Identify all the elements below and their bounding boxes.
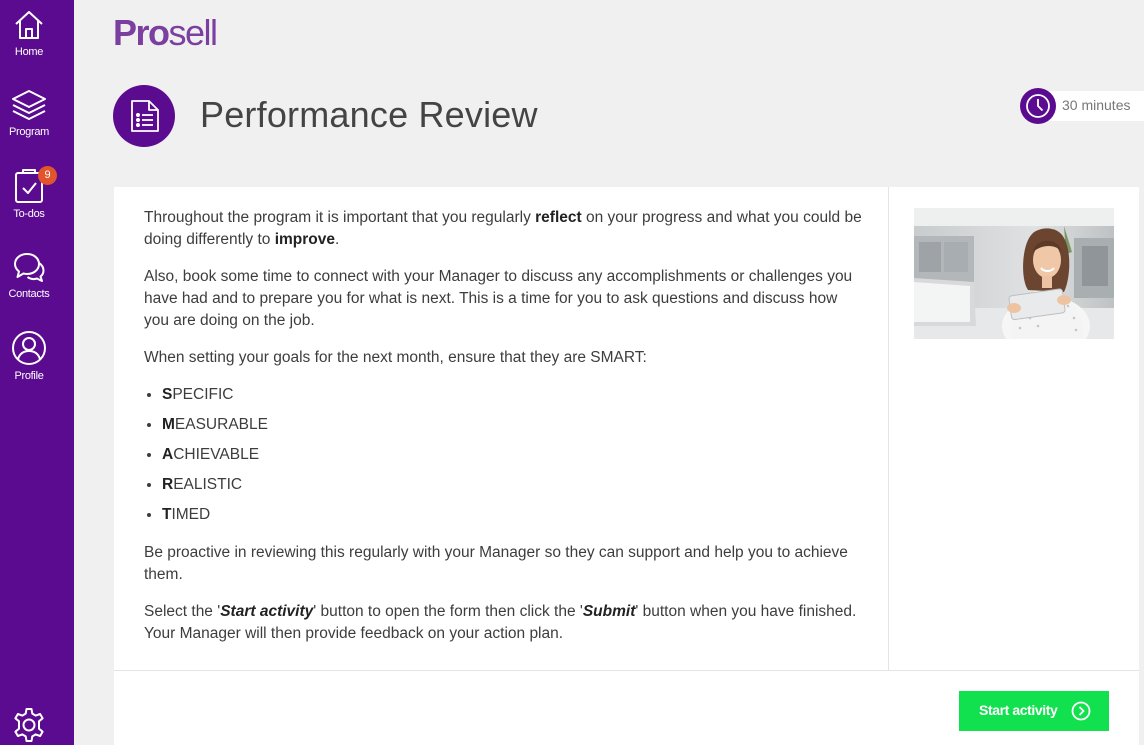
list-item: TIMED: [162, 500, 862, 530]
paragraph-proactive: Be proactive in reviewing this regularly…: [144, 544, 848, 583]
settings-button[interactable]: [10, 706, 48, 744]
horizontal-divider: [114, 670, 1139, 671]
woman-with-tablet-photo: [914, 208, 1114, 339]
sidebar: Home Program 9 To-dos Contacts Profile: [0, 0, 74, 745]
chat-bubbles-icon: [14, 253, 45, 282]
start-activity-button[interactable]: Start activity: [959, 691, 1109, 731]
list-item: MEASURABLE: [162, 410, 862, 440]
list-item: REALISTIC: [162, 470, 862, 500]
logo-bold-text: Pro: [113, 12, 170, 53]
sidebar-item-todos[interactable]: 9 To-dos: [0, 166, 58, 220]
sidebar-item-contacts[interactable]: Contacts: [0, 250, 58, 300]
user-circle-icon: [12, 331, 46, 365]
clock-icon: [1020, 88, 1056, 124]
activity-card: Throughout the program it is important t…: [114, 187, 1139, 745]
prosell-logo[interactable]: Prosell: [113, 12, 219, 54]
sidebar-item-label: Profile: [14, 370, 44, 382]
activity-description: Throughout the program it is important t…: [144, 207, 862, 660]
sidebar-item-label: Contacts: [8, 288, 50, 300]
sidebar-item-profile[interactable]: Profile: [0, 330, 58, 382]
vertical-divider: [888, 187, 889, 670]
layers-icon: [12, 90, 46, 120]
duration-text: 30 minutes: [1062, 97, 1131, 113]
smart-list: SPECIFIC MEASURABLE ACHIEVABLE REALISTIC…: [162, 380, 862, 530]
paragraph-instructions: Select the 'Start activity' button to op…: [144, 603, 857, 642]
sidebar-item-label: Home: [14, 46, 44, 58]
paragraph-manager: Also, book some time to connect with you…: [144, 268, 853, 329]
todo-count-badge: 9: [38, 166, 57, 185]
sidebar-item-label: Program: [8, 126, 50, 138]
sidebar-item-home[interactable]: Home: [0, 8, 58, 58]
list-item: SPECIFIC: [162, 380, 862, 410]
paragraph-smart-intro: When setting your goals for the next mon…: [144, 349, 647, 366]
logo-light-text: sell: [168, 12, 219, 53]
chevron-right-circle-icon: [1071, 701, 1091, 721]
page-title: Performance Review: [200, 94, 538, 135]
sidebar-item-label: To-dos: [13, 208, 45, 220]
document-list-icon: [113, 85, 175, 147]
gear-icon: [14, 708, 44, 742]
paragraph-intro: Throughout the program it is important t…: [144, 209, 862, 248]
sidebar-item-program[interactable]: Program: [0, 88, 58, 138]
start-activity-label: Start activity: [979, 702, 1058, 718]
home-icon: [15, 11, 43, 39]
list-item: ACHIEVABLE: [162, 440, 862, 470]
